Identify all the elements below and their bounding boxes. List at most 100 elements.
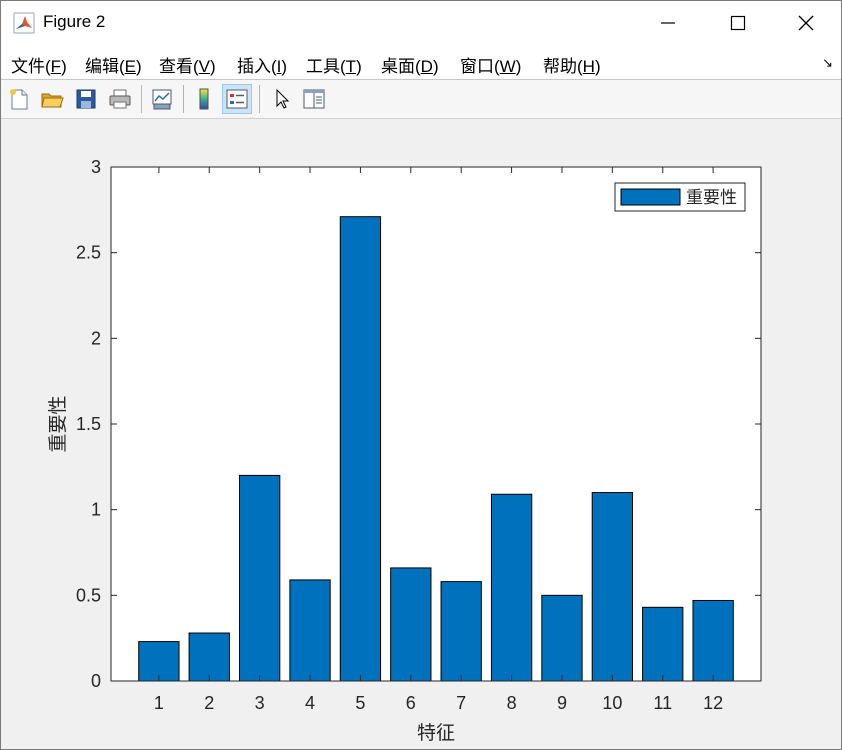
menu-view-label: 查看( bbox=[159, 57, 199, 76]
link-plot-icon bbox=[152, 89, 172, 110]
menu-edit[interactable]: 编辑(E) bbox=[85, 52, 142, 77]
menu-file-end: ) bbox=[61, 57, 67, 76]
x-tick-label: 10 bbox=[602, 693, 622, 713]
x-tick-label: 11 bbox=[653, 693, 672, 713]
toolbar-separator bbox=[141, 85, 142, 113]
y-tick-label: 1 bbox=[91, 500, 101, 520]
y-tick-label: 0 bbox=[91, 671, 101, 691]
y-tick-label: 3 bbox=[91, 157, 101, 177]
save-icon bbox=[76, 89, 96, 109]
y-tick-label: 1.5 bbox=[76, 414, 101, 434]
bar[interactable] bbox=[289, 579, 331, 682]
legend-icon bbox=[226, 89, 248, 109]
menu-desktop-end: ) bbox=[432, 57, 439, 76]
x-tick-label: 5 bbox=[355, 693, 365, 713]
menu-tools-label: 工具( bbox=[306, 57, 346, 76]
bar[interactable] bbox=[692, 599, 734, 682]
menu-window-key: W bbox=[499, 57, 516, 76]
close-button[interactable] bbox=[771, 1, 841, 45]
bar[interactable] bbox=[541, 594, 583, 682]
pointer-icon bbox=[276, 88, 290, 109]
property-inspector-button[interactable] bbox=[299, 84, 329, 114]
menu-help[interactable]: 帮助(H) bbox=[543, 52, 601, 77]
menu-help-key: H bbox=[582, 57, 595, 76]
menu-desktop-key: D bbox=[420, 57, 433, 76]
new-figure-button[interactable] bbox=[4, 84, 34, 114]
bar[interactable] bbox=[642, 606, 684, 682]
menu-file[interactable]: 文件(F) bbox=[11, 52, 67, 77]
minimize-icon bbox=[661, 22, 675, 24]
x-tick-label: 12 bbox=[703, 693, 723, 713]
y-tick-label: 2.5 bbox=[76, 243, 101, 263]
menu-desktop[interactable]: 桌面(D) bbox=[381, 52, 439, 77]
menu-insert[interactable]: 插入(I) bbox=[237, 52, 287, 77]
minimize-button[interactable] bbox=[633, 1, 703, 45]
save-button[interactable] bbox=[71, 84, 101, 114]
link-plot-button[interactable] bbox=[147, 84, 177, 114]
bar[interactable] bbox=[490, 493, 533, 682]
menu-tools-key: T bbox=[345, 57, 357, 76]
print-icon bbox=[109, 89, 131, 109]
plot-area[interactable] bbox=[111, 167, 761, 681]
matlab-icon bbox=[13, 12, 35, 34]
menu-view-end: ) bbox=[210, 57, 216, 76]
legend-entry: 重要性 bbox=[686, 188, 737, 208]
menu-help-end: ) bbox=[594, 57, 601, 76]
bar[interactable] bbox=[440, 581, 482, 682]
x-tick-label: 2 bbox=[204, 693, 214, 713]
menu-insert-end: ) bbox=[281, 57, 288, 76]
menu-view-key: V bbox=[198, 57, 211, 76]
bar[interactable] bbox=[188, 632, 230, 682]
x-tick-label: 6 bbox=[406, 693, 416, 713]
menu-file-label: 文件( bbox=[11, 57, 51, 76]
menu-window-end: ) bbox=[515, 57, 522, 76]
colorbar-icon bbox=[199, 88, 209, 110]
menu-help-label: 帮助( bbox=[543, 57, 583, 76]
legend-swatch bbox=[620, 188, 681, 206]
bar[interactable] bbox=[238, 474, 281, 682]
maximize-icon bbox=[730, 15, 746, 31]
menu-edit-key: E bbox=[124, 57, 137, 76]
maximize-button[interactable] bbox=[703, 1, 773, 45]
x-tick-label: 9 bbox=[557, 693, 567, 713]
menu-insert-label: 插入( bbox=[237, 57, 277, 76]
dock-arrow-icon[interactable]: ↘ bbox=[822, 55, 833, 71]
x-tick-label: 7 bbox=[456, 693, 466, 713]
title-bar[interactable]: Figure 2 bbox=[1, 1, 841, 45]
figure-toolbar bbox=[1, 80, 841, 118]
legend-button[interactable] bbox=[222, 84, 252, 114]
open-file-icon bbox=[41, 93, 64, 108]
menu-window-label: 窗口( bbox=[460, 57, 500, 76]
bar[interactable] bbox=[339, 216, 382, 682]
figure-window: Figure 2 文件(F) 编辑(E) 查看(V) 插入(I) 工具(T) 桌… bbox=[0, 0, 842, 750]
menu-tools-end: ) bbox=[356, 57, 362, 76]
figure-canvas[interactable]: 0 0.5 1 1.5 2 2.5 3 1 2 3 4 5 6 7 8 9 10 11 12 特征 重要性 重要性 bbox=[1, 119, 841, 749]
property-inspector-icon bbox=[303, 89, 325, 109]
menu-edit-end: ) bbox=[136, 57, 142, 76]
menu-tools[interactable]: 工具(T) bbox=[306, 52, 362, 77]
x-axis-label: 特征 bbox=[417, 722, 455, 744]
window-title: Figure 2 bbox=[43, 12, 106, 31]
y-tick-label: 2 bbox=[91, 328, 101, 348]
print-button[interactable] bbox=[105, 84, 135, 114]
pointer-button[interactable] bbox=[266, 84, 296, 114]
colorbar-button[interactable] bbox=[189, 84, 219, 114]
menu-window[interactable]: 窗口(W) bbox=[460, 52, 521, 77]
open-file-button[interactable] bbox=[37, 84, 67, 114]
menu-edit-label: 编辑( bbox=[85, 57, 125, 76]
x-tick-label: 4 bbox=[305, 693, 315, 713]
menu-desktop-label: 桌面( bbox=[381, 57, 421, 76]
bar[interactable] bbox=[390, 567, 432, 682]
close-icon bbox=[798, 15, 814, 31]
new-figure-icon bbox=[10, 89, 28, 110]
x-tick-label: 8 bbox=[507, 693, 517, 713]
y-axis-label: 重要性 bbox=[47, 395, 69, 452]
bar-chart[interactable]: 00.511.522.531 2 3 4 5 6 7 8 9 10 11 12特征重要性重要性 bbox=[1, 119, 841, 749]
menu-bar: 文件(F) 编辑(E) 查看(V) 插入(I) 工具(T) 桌面(D) 窗口(W… bbox=[1, 45, 841, 79]
menu-view[interactable]: 查看(V) bbox=[159, 52, 216, 77]
x-tick-label: 3 bbox=[255, 693, 265, 713]
menu-file-key: F bbox=[50, 57, 62, 76]
toolbar-separator bbox=[259, 85, 260, 113]
bar[interactable] bbox=[591, 492, 634, 682]
toolbar-separator bbox=[183, 85, 184, 113]
